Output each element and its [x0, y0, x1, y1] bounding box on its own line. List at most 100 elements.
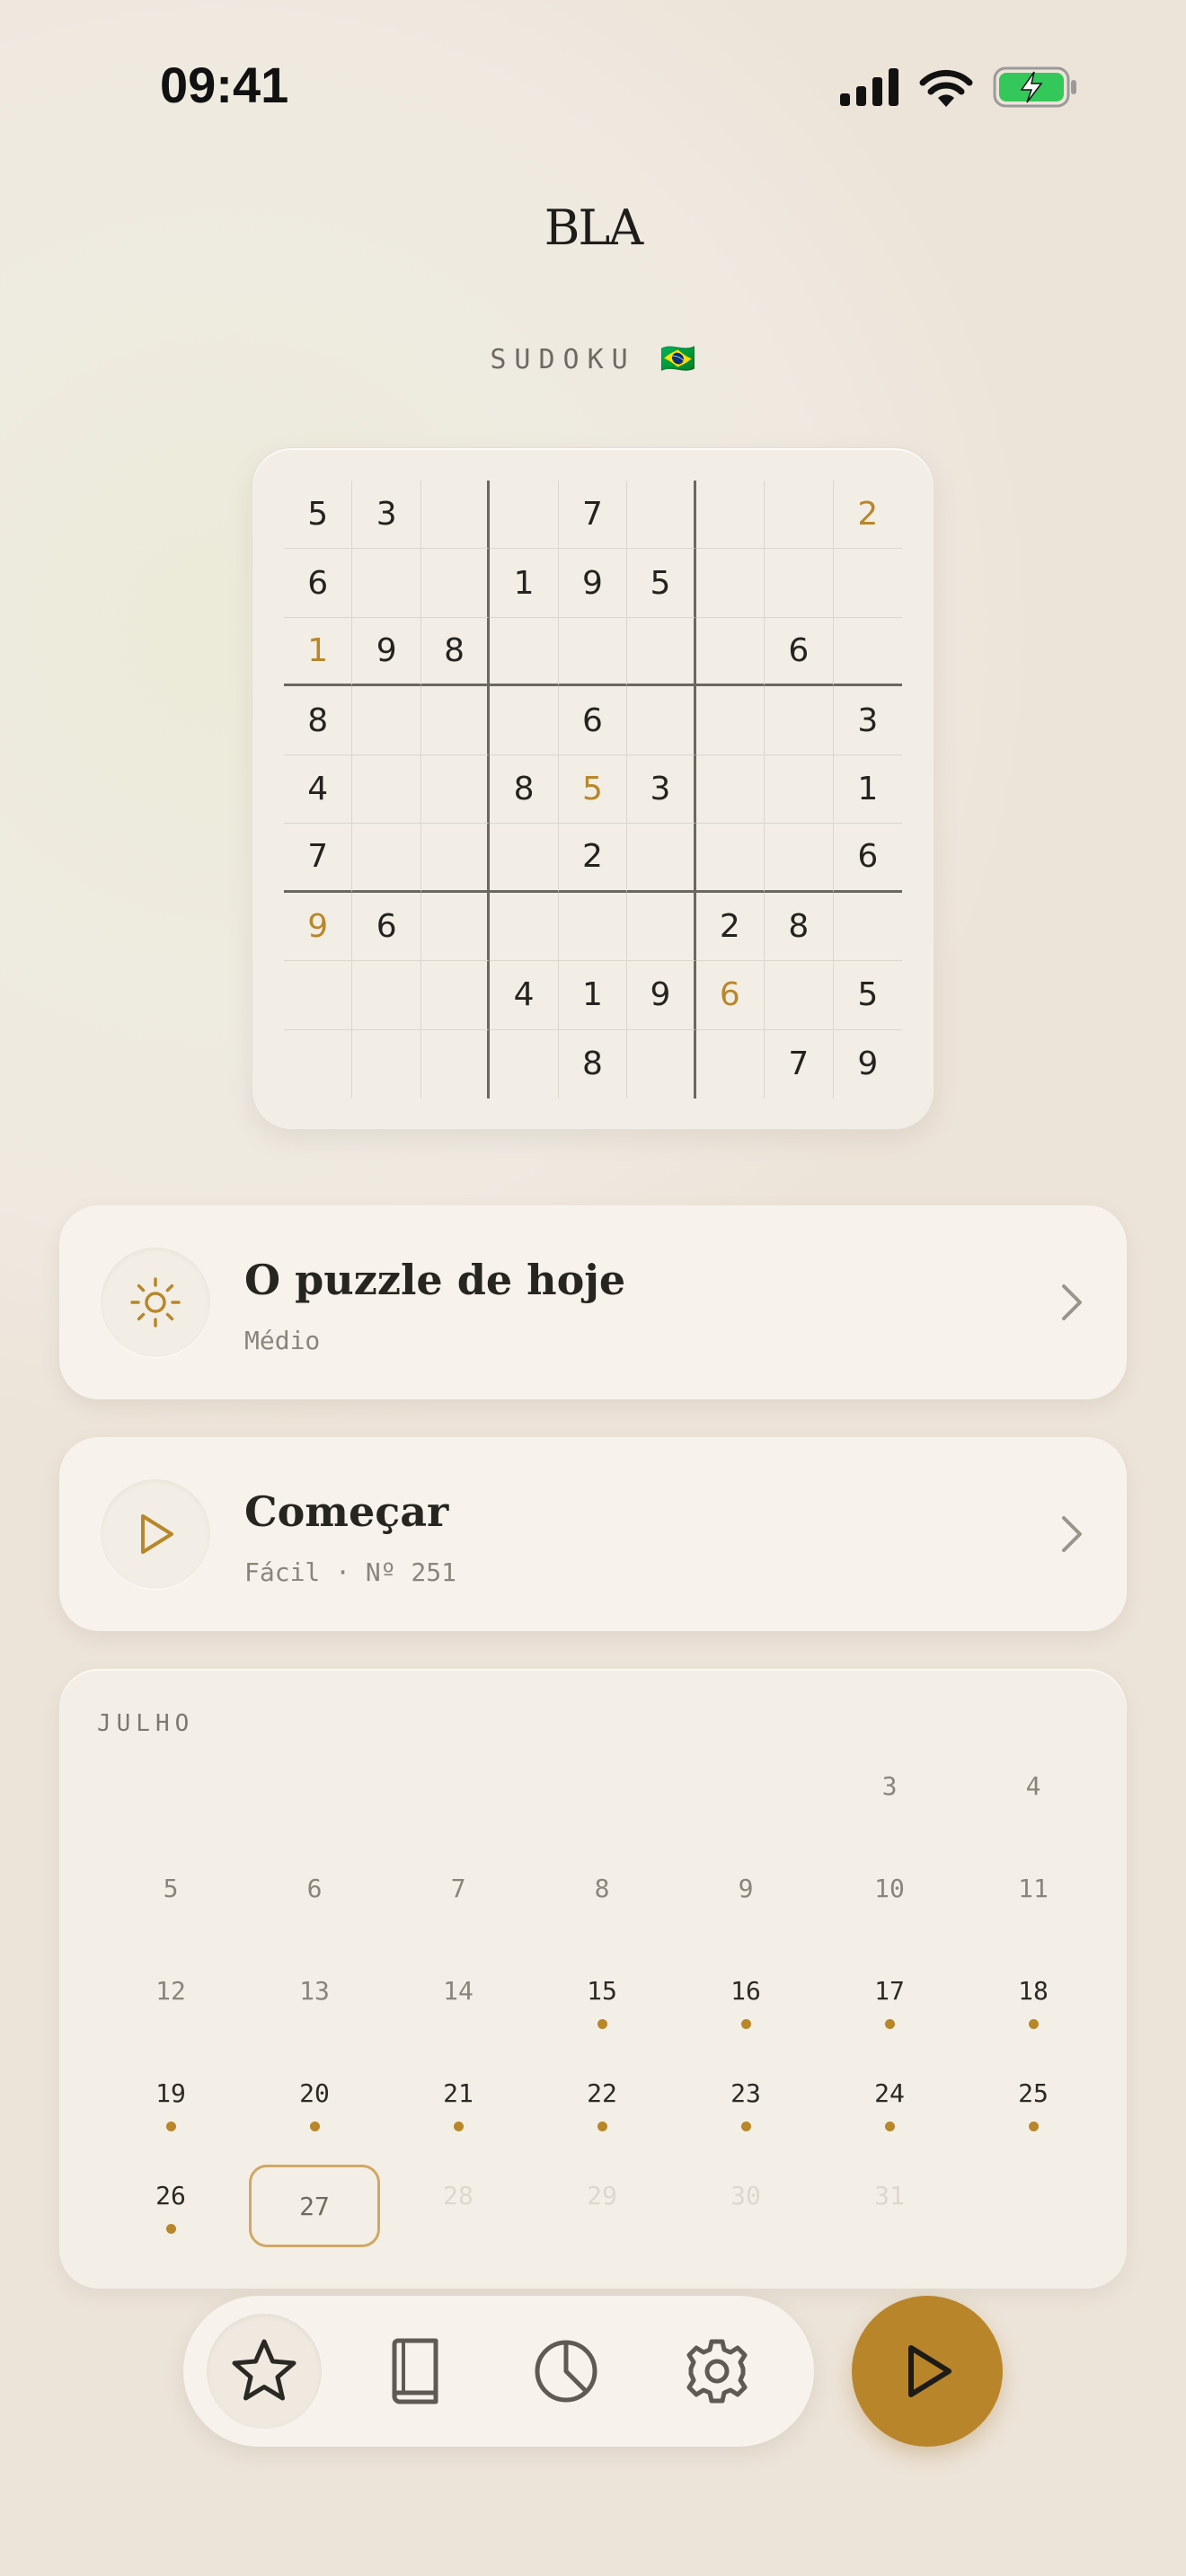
sudoku-cell	[284, 961, 353, 1030]
calendar-day-number: 28	[443, 2181, 474, 2210]
calendar-grid: 3 4 5 6 7 8 9 10 11 12 13 14 15 16 17 18 19 20 21 22 23 24 25 2…	[99, 1768, 1107, 2280]
sudoku-cell: 5	[558, 754, 628, 825]
sudoku-cell	[627, 824, 696, 893]
calendar-day-today[interactable]: 27	[243, 2165, 386, 2280]
sudoku-cell	[695, 617, 766, 687]
sudoku-cell: 3	[352, 481, 421, 550]
battery-charging-icon	[993, 66, 1077, 108]
sudoku-cell	[627, 892, 696, 962]
play-button[interactable]	[852, 2296, 1003, 2447]
sudoku-cell	[352, 754, 421, 825]
gear-icon	[686, 2339, 748, 2404]
sudoku-cell	[765, 824, 834, 893]
brazil-flag-icon: 🇧🇷	[659, 341, 696, 375]
sudoku-cell	[833, 618, 902, 687]
sudoku-cell: 6	[765, 617, 834, 687]
game-subtitle: SUDOKU 🇧🇷	[0, 341, 1186, 375]
wifi-icon	[919, 67, 973, 107]
sudoku-cell	[352, 686, 421, 755]
calendar-day[interactable]: 22	[530, 2075, 674, 2177]
sudoku-cell: 1	[833, 755, 902, 825]
calendar-day[interactable]: 25	[961, 2075, 1105, 2177]
book-icon	[392, 2338, 438, 2404]
sudoku-cell	[420, 549, 491, 618]
completed-dot	[884, 2019, 895, 2029]
sudoku-cell	[284, 1029, 353, 1098]
completed-dot	[165, 2224, 176, 2234]
sudoku-cell: 7	[284, 824, 353, 893]
calendar-day-number: 10	[874, 1874, 905, 1903]
sudoku-cell	[627, 686, 696, 755]
tab-favorites[interactable]	[207, 2314, 322, 2429]
completed-dot	[740, 2122, 751, 2131]
calendar-day-number: 30	[730, 2181, 761, 2210]
calendar-day[interactable]: 14	[386, 1972, 530, 2075]
sudoku-cell: 7	[558, 481, 628, 550]
sudoku-cell: 7	[765, 1029, 834, 1098]
tab-library[interactable]	[358, 2314, 473, 2429]
calendar-day[interactable]: 13	[243, 1972, 386, 2075]
sudoku-cell: 9	[627, 961, 696, 1030]
sudoku-cell: 5	[833, 961, 902, 1030]
calendar-day[interactable]: 24	[818, 2075, 961, 2177]
calendar-day[interactable]: 15	[530, 1972, 674, 2075]
sudoku-cell: 8	[765, 892, 834, 962]
sudoku-cell	[558, 892, 628, 962]
calendar-day[interactable]: 19	[99, 2075, 243, 2177]
sudoku-cell: 4	[284, 754, 353, 825]
calendar-day[interactable]: 23	[674, 2075, 818, 2177]
calendar-day[interactable]: 21	[386, 2075, 530, 2177]
calendar-month: JULHO	[97, 1710, 195, 1737]
calendar-day[interactable]: 18	[961, 1972, 1105, 2075]
completed-dot	[453, 2122, 464, 2131]
sudoku-cell	[695, 549, 766, 618]
calendar-day[interactable]: 5	[99, 1870, 243, 1972]
sudoku-cell	[627, 617, 696, 687]
calendar-day[interactable]: 7	[386, 1870, 530, 1972]
calendar-day[interactable]: 6	[243, 1870, 386, 1972]
sudoku-cell	[352, 549, 421, 618]
sudoku-cell: 4	[490, 961, 559, 1030]
sudoku-cell: 1	[558, 961, 628, 1030]
completed-dot	[165, 2122, 176, 2131]
sudoku-cell	[490, 824, 559, 893]
calendar-day[interactable]: 3	[818, 1768, 961, 1870]
calendar-day[interactable]: 16	[674, 1972, 818, 2075]
calendar-card: JULHO 3 4 5 6 7 8 9 10 11 12 13 14 15 16 17 18 19 20 21 22 2…	[59, 1669, 1127, 2289]
sun-icon	[101, 1248, 210, 1357]
play-icon	[908, 2345, 951, 2397]
sudoku-cell: 2	[558, 824, 628, 893]
calendar-day[interactable]: 9	[674, 1870, 818, 1972]
calendar-day-number: 12	[155, 1976, 186, 2006]
sudoku-cell	[352, 1029, 421, 1098]
sudoku-cell: 8	[559, 1029, 628, 1098]
calendar-day[interactable]: 20	[243, 2075, 386, 2177]
calendar-day[interactable]: 26	[99, 2177, 243, 2280]
calendar-day[interactable]: 17	[818, 1972, 961, 2075]
sudoku-cell: 3	[627, 754, 696, 825]
sudoku-cell: 6	[833, 824, 902, 893]
sudoku-cell: 9	[857, 1045, 879, 1083]
sudoku-preview-card[interactable]: 53726195198686348531726962841965879	[252, 447, 934, 1130]
sudoku-cell	[833, 549, 902, 618]
sudoku-cell	[765, 481, 834, 550]
calendar-day[interactable]: 11	[961, 1870, 1105, 1972]
start-game-card[interactable]: Começar Fácil · Nº 251	[59, 1437, 1127, 1631]
calendar-day[interactable]: 10	[818, 1870, 961, 1972]
sudoku-cell	[765, 686, 834, 755]
sudoku-cell: 6	[558, 686, 628, 755]
calendar-day[interactable]: 12	[99, 1972, 243, 2075]
sudoku-cell	[833, 893, 902, 962]
calendar-day-number: 3	[881, 1771, 898, 1801]
start-game-title: Começar	[244, 1487, 449, 1536]
sudoku-cell	[696, 1029, 766, 1098]
tab-settings[interactable]	[659, 2314, 774, 2429]
calendar-day[interactable]: 8	[530, 1870, 674, 1972]
calendar-blank	[243, 1768, 386, 1870]
calendar-day[interactable]: 4	[961, 1768, 1105, 1870]
completed-dot	[309, 2122, 320, 2131]
sudoku-cell: 2	[695, 892, 766, 962]
todays-puzzle-card[interactable]: O puzzle de hoje Médio	[59, 1205, 1127, 1399]
sudoku-cell	[765, 754, 834, 825]
tab-stats[interactable]	[509, 2314, 624, 2429]
